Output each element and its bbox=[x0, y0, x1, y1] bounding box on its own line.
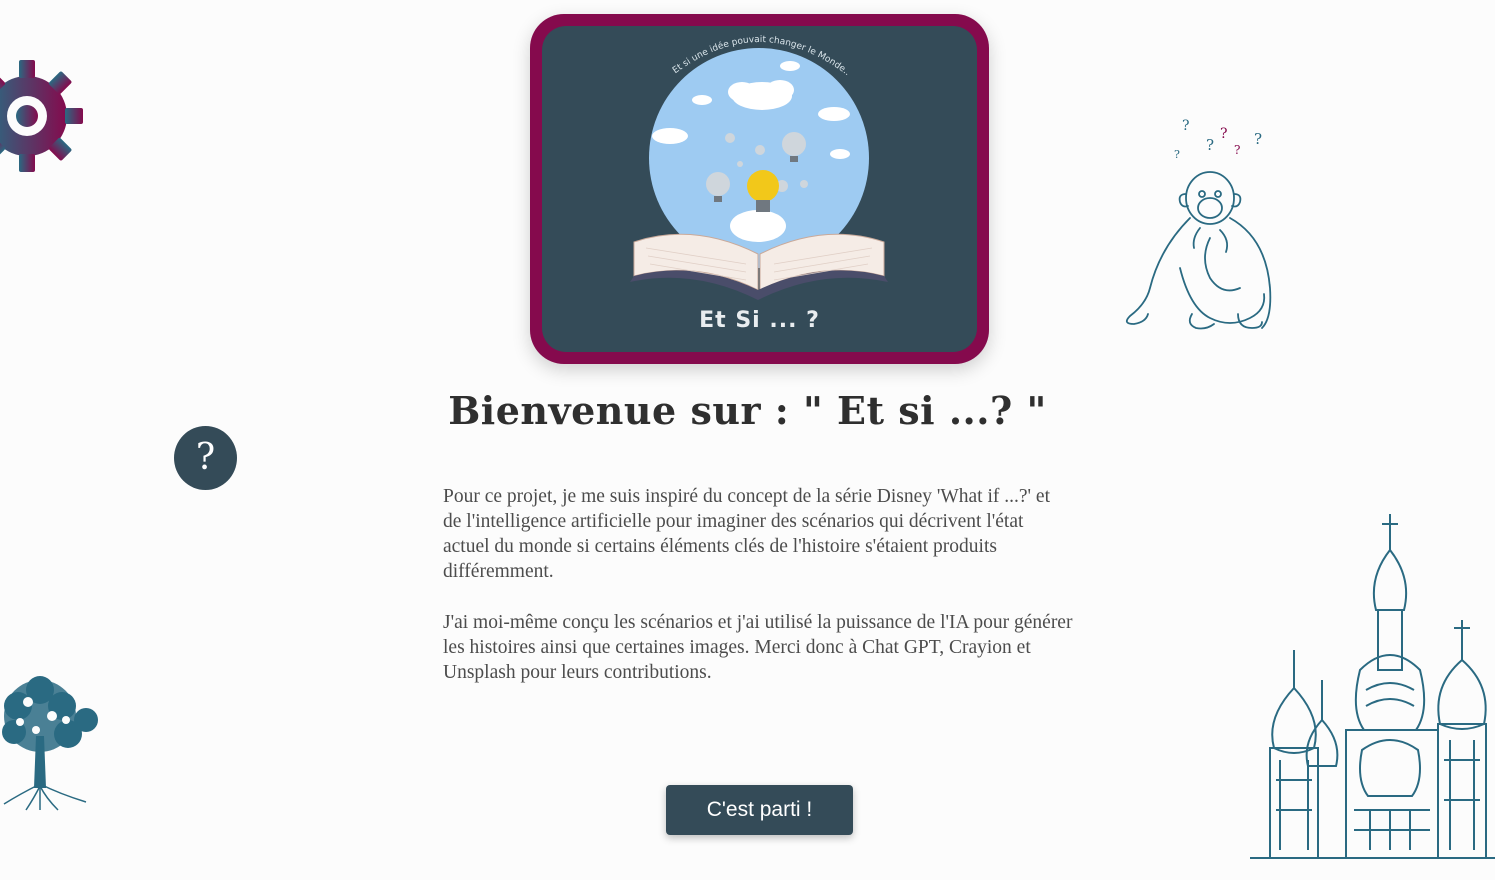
logo-inner: Et si une idée pouvait changer le Monde.… bbox=[542, 26, 977, 352]
svg-text:?: ? bbox=[1220, 126, 1228, 142]
intro-paragraph: J'ai moi-même conçu les scénarios et j'a… bbox=[443, 612, 1073, 683]
svg-text:?: ? bbox=[1182, 118, 1190, 134]
logo-illustration: Et si une idée pouvait changer le Monde.… bbox=[542, 26, 888, 300]
svg-text:?: ? bbox=[1254, 130, 1262, 148]
logo-word: Et Si ... ? bbox=[699, 308, 820, 333]
page-title: Bienvenue sur : " Et si ...? " bbox=[448, 388, 1047, 433]
svg-text:?: ? bbox=[1206, 136, 1214, 154]
help-button[interactable]: ? bbox=[174, 426, 237, 490]
logo: Et si une idée pouvait changer le Monde.… bbox=[530, 14, 989, 364]
intro-text: Pour ce projet, je me suis inspiré du co… bbox=[443, 484, 1073, 711]
monkey-icon: ? ? ? ? ? ? bbox=[1125, 118, 1272, 330]
gear-icon bbox=[0, 60, 83, 172]
svg-text:?: ? bbox=[1174, 148, 1180, 161]
tree-icon bbox=[2, 676, 98, 811]
start-button[interactable]: C'est parti ! bbox=[666, 785, 853, 835]
page: ? ? ? ? ? ? Et si une idée pouvait chang… bbox=[0, 0, 1495, 880]
svg-text:?: ? bbox=[1234, 143, 1240, 157]
cathedral-icon bbox=[1250, 514, 1495, 859]
intro-paragraph: Pour ce projet, je me suis inspiré du co… bbox=[443, 486, 1051, 582]
